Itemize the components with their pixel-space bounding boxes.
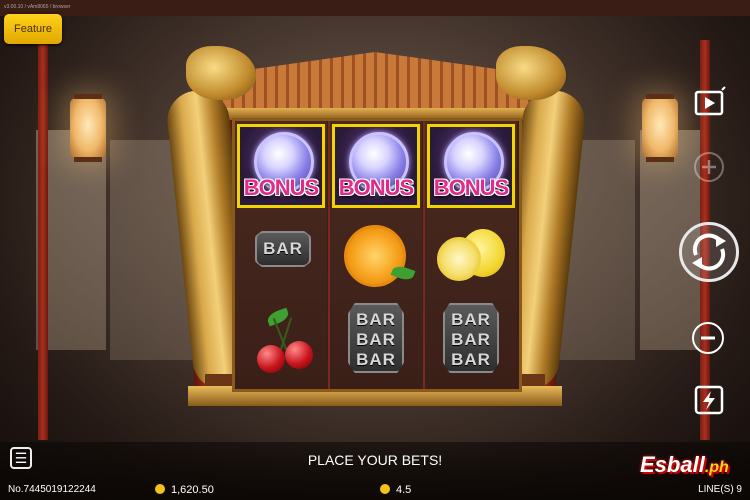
minus-icon — [701, 336, 715, 340]
bet-increase-button[interactable] — [694, 152, 724, 182]
bet-display: 4.5 — [380, 484, 411, 496]
bonus-label: BONUS — [338, 175, 414, 200]
coin-stack-icon — [155, 484, 165, 494]
round-number: No.7445019122244 — [8, 484, 96, 495]
esball-logo: Esball.ph — [640, 452, 729, 478]
turbo-button[interactable] — [692, 383, 726, 417]
balance-display: 1,620.50 — [155, 484, 214, 496]
version-text: v3.00.10 / vAm8065 / browser — [4, 4, 71, 10]
status-message: PLACE YOUR BETS! — [307, 452, 443, 468]
logo-main: Esball — [640, 452, 705, 477]
bet-value: 4.5 — [396, 484, 412, 496]
reel-1: BONUS BAR — [235, 121, 327, 389]
feature-button[interactable]: Feature — [4, 14, 62, 44]
reel-3: BONUS BAR BAR BAR — [425, 121, 517, 389]
lantern-left — [70, 94, 106, 162]
cherry-icon — [257, 345, 285, 373]
bar-label: BAR — [356, 310, 396, 329]
bonus-symbol: BONUS — [237, 124, 325, 208]
bonus-symbol: BONUS — [332, 124, 420, 208]
bar-symbol-triple: BAR BAR BAR — [443, 303, 499, 373]
logo-suffix: .ph — [704, 459, 729, 476]
bar-label: BAR — [356, 330, 396, 349]
bonus-symbol: BONUS — [427, 124, 515, 208]
bar-label: BAR — [451, 350, 491, 369]
lightning-icon — [694, 385, 724, 415]
bar-label: BAR — [263, 239, 303, 258]
bar-label: BAR — [451, 310, 491, 329]
pillar-left — [38, 40, 48, 440]
cherry-symbol — [255, 307, 315, 379]
spin-icon — [692, 233, 726, 271]
autoplay-button[interactable] — [692, 86, 726, 120]
bottom-bar — [0, 442, 750, 500]
orange-icon — [344, 225, 406, 287]
cherry-icon — [285, 341, 313, 369]
coin-icon — [380, 484, 390, 494]
bonus-label: BONUS — [243, 175, 319, 200]
bar-symbol-single: BAR — [255, 231, 311, 267]
bet-decrease-button[interactable] — [692, 322, 724, 354]
reel-2: BONUS BAR BAR BAR — [330, 121, 422, 389]
lantern-right — [642, 94, 678, 162]
bonus-label: BONUS — [433, 175, 509, 200]
spin-button[interactable] — [679, 222, 739, 282]
plus-icon — [702, 160, 716, 174]
bar-label: BAR — [356, 350, 396, 369]
balance-value: 1,620.50 — [171, 484, 214, 496]
lines-display: LINE(S) 9 — [698, 484, 742, 495]
background-beam-top — [0, 0, 750, 16]
play-screen-icon — [694, 86, 726, 116]
bar-symbol-triple: BAR BAR BAR — [348, 303, 404, 373]
bar-label: BAR — [451, 330, 491, 349]
reel-window: BONUS BAR BONUS BAR BAR BAR BONUS BAR BA… — [232, 118, 522, 392]
cherry-leaf-icon — [265, 307, 291, 327]
lemon-slice-icon — [437, 237, 481, 281]
